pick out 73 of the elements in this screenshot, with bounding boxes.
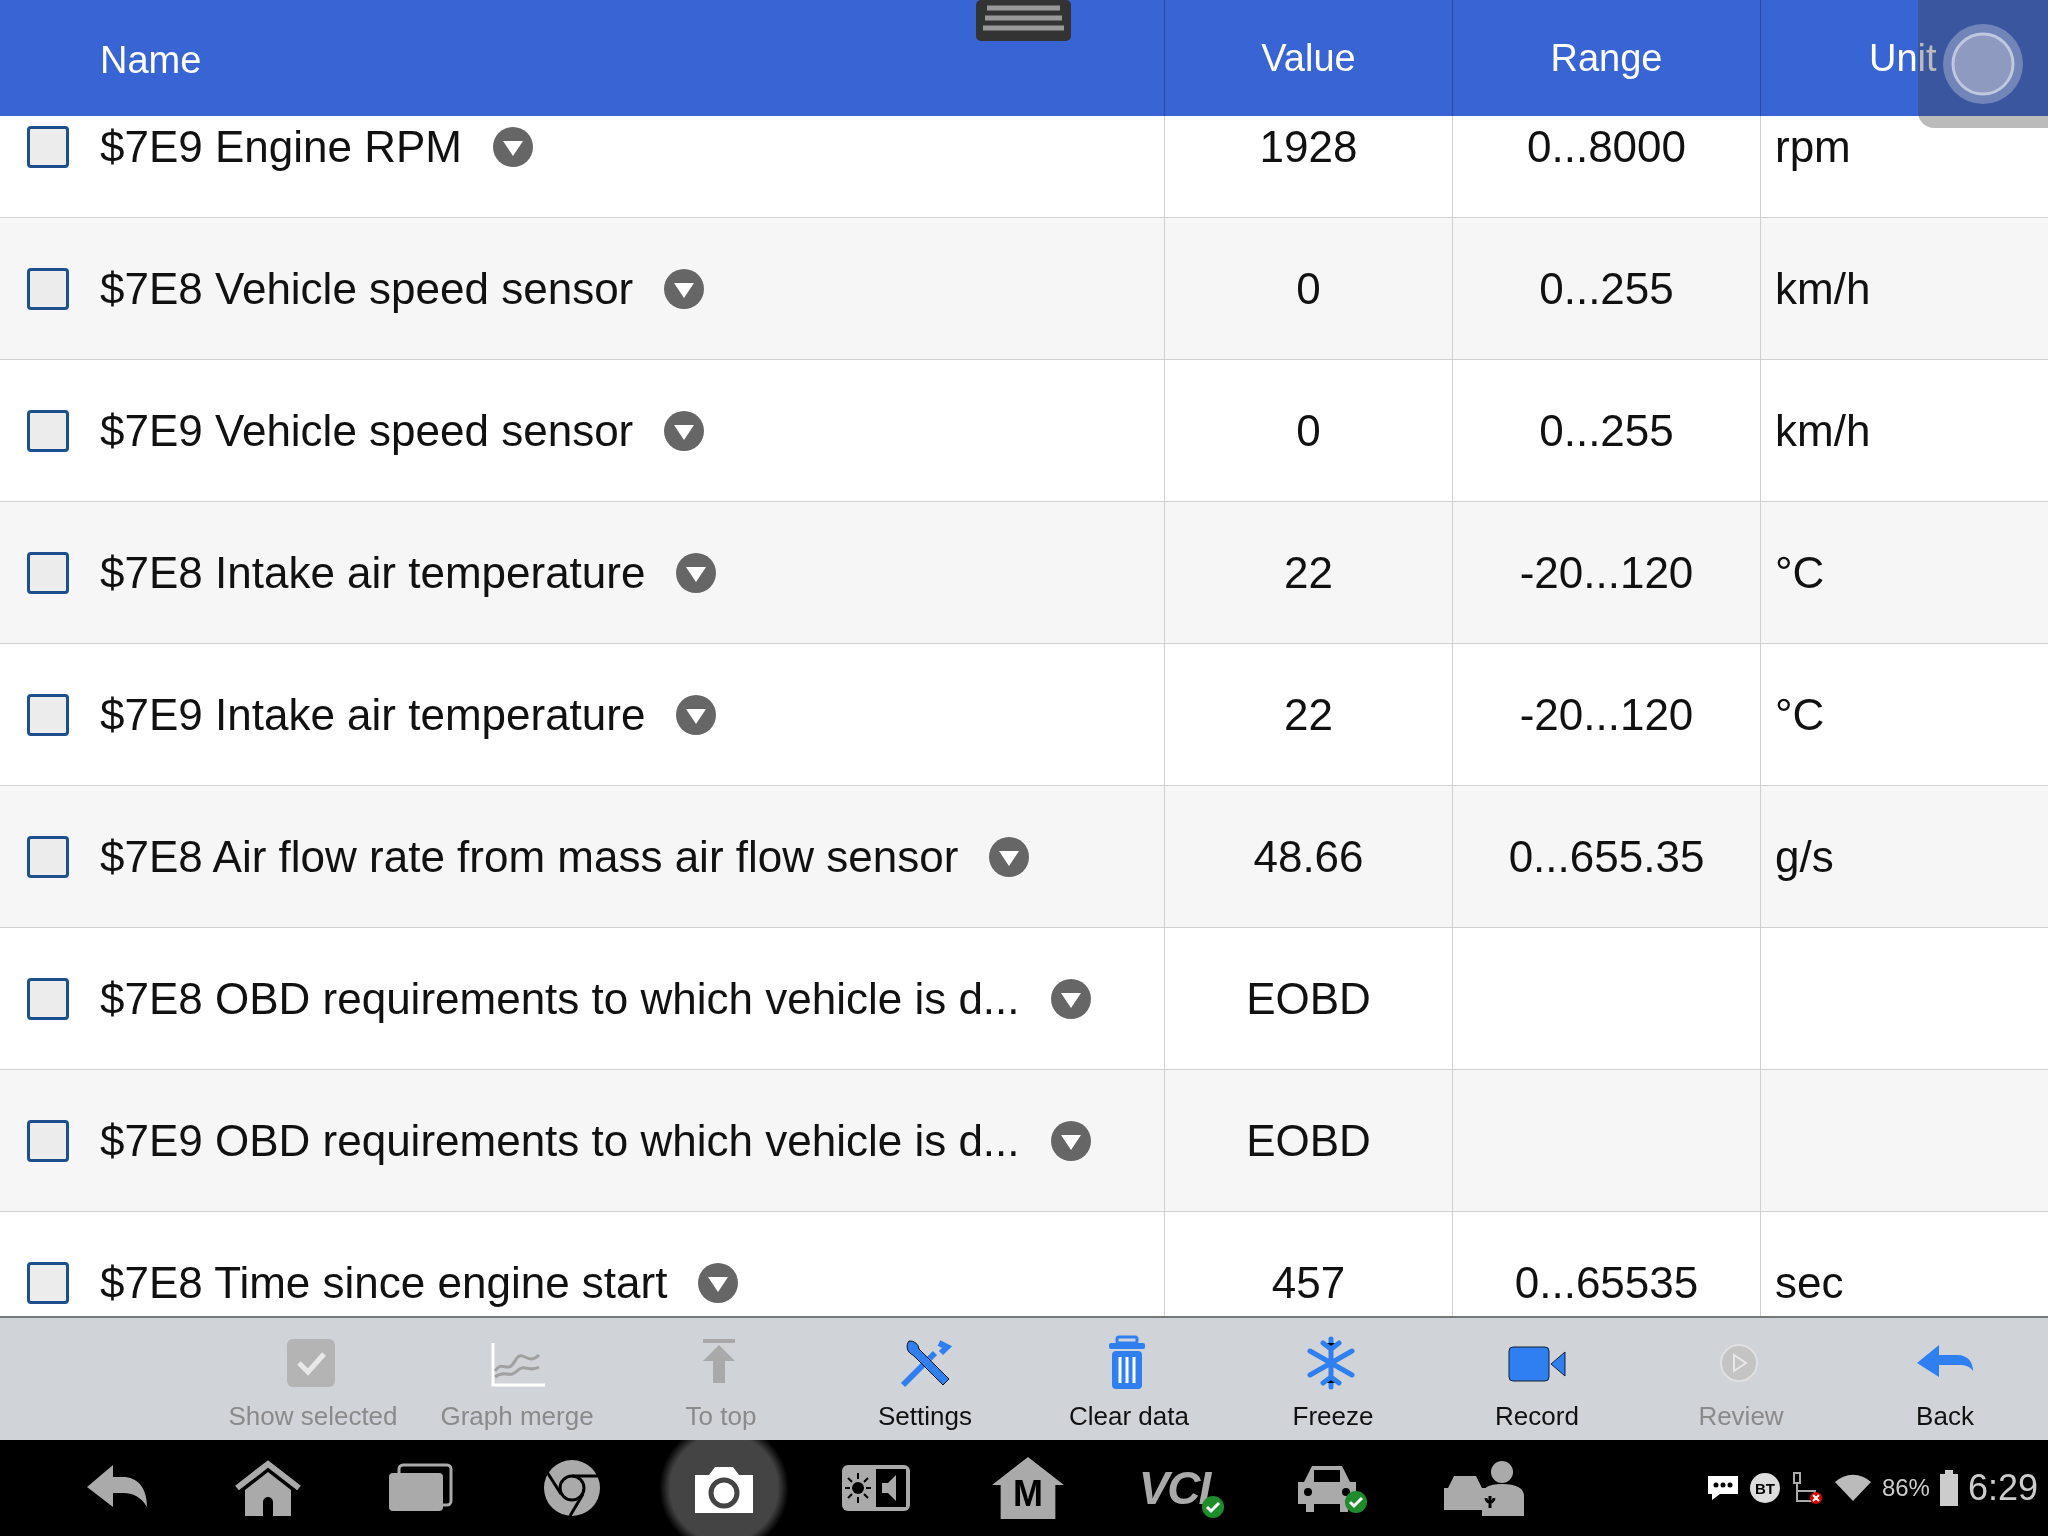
column-header: Value (1261, 36, 1356, 80)
unit-cell: g/s (1775, 831, 1834, 882)
parameter-name: $7E9 OBD requirements to which vehicle is d... (100, 1115, 1020, 1166)
toolbar-button[interactable]: Settings (823, 1318, 1027, 1440)
dropdown-icon[interactable] (697, 1261, 740, 1304)
column-header: Range (1550, 36, 1663, 80)
column-header: Unit (1869, 36, 1937, 80)
unit-cell: sec (1775, 1257, 1844, 1308)
parameter-name: $7E8 Air flow rate from mass air flow sensor (100, 831, 959, 882)
unit-cell: km/h (1775, 263, 1871, 314)
value-cell: 0 (1296, 405, 1321, 456)
dropdown-icon[interactable] (663, 409, 706, 452)
range-cell: 0...255 (1539, 263, 1674, 314)
unit-cell: °C (1775, 689, 1825, 740)
parameter-name: $7E8 Intake air temperature (100, 547, 646, 598)
checkbox[interactable] (27, 125, 69, 168)
dropdown-icon[interactable] (663, 267, 706, 310)
parameter-name: $7E9 Engine RPM (100, 121, 462, 172)
value-cell: 48.66 (1253, 831, 1364, 882)
toolbar-button[interactable]: Record (1435, 1318, 1639, 1440)
battery-percent: 86% (1881, 1474, 1930, 1502)
checkbox[interactable] (27, 1261, 69, 1304)
toolbar-button[interactable]: Clear data (1027, 1318, 1231, 1440)
home-icon[interactable] (233, 1460, 303, 1516)
unit-cell: °C (1775, 547, 1825, 598)
dropdown-icon[interactable] (1049, 1119, 1092, 1162)
toolbar-button[interactable]: Freeze (1231, 1318, 1435, 1440)
dropdown-icon[interactable] (988, 835, 1031, 878)
car-mechanic-icon[interactable] (1442, 1460, 1526, 1516)
parameter-name: $7E8 OBD requirements to which vehicle is d... (100, 973, 1020, 1024)
recents-icon[interactable] (387, 1463, 453, 1513)
chat-icon (1705, 1474, 1740, 1502)
checkbox[interactable] (27, 267, 69, 310)
toolbar-button[interactable]: Back (1843, 1318, 2047, 1440)
circle-icon (1941, 22, 2025, 106)
range-cell: -20...120 (1519, 547, 1694, 598)
checkbox[interactable] (27, 1119, 69, 1162)
dropdown-icon[interactable] (492, 125, 534, 168)
value-cell: 457 (1271, 1257, 1346, 1308)
range-cell: 0...8000 (1527, 121, 1686, 172)
range-cell: 0...255 (1539, 405, 1674, 456)
dropdown-icon[interactable] (675, 551, 718, 594)
range-cell: 0...655.35 (1508, 831, 1705, 882)
battery-icon (1939, 1470, 1958, 1506)
clock: 6:29 (1967, 1467, 2038, 1509)
checkbox[interactable] (27, 693, 69, 736)
value-cell: 22 (1284, 547, 1333, 598)
unit-cell: km/h (1775, 405, 1871, 456)
browser-icon[interactable] (542, 1458, 602, 1518)
parameter-name: $7E9 Vehicle speed sensor (100, 405, 634, 456)
checkbox[interactable] (27, 977, 69, 1020)
range-cell: 0...65535 (1514, 1257, 1699, 1308)
wifi-icon (1833, 1473, 1872, 1503)
column-header: Name (100, 38, 202, 82)
house-m-icon[interactable]: M (992, 1457, 1064, 1519)
value-cell: EOBD (1246, 973, 1371, 1024)
value-cell: 22 (1284, 689, 1333, 740)
brightness-volume-icon[interactable] (840, 1463, 912, 1513)
dropdown-icon[interactable] (675, 693, 718, 736)
value-cell: 1928 (1259, 121, 1358, 172)
parameter-name: $7E9 Intake air temperature (100, 689, 646, 740)
range-cell: -20...120 (1519, 689, 1694, 740)
unit-cell: rpm (1775, 121, 1851, 172)
parameter-name: $7E8 Time since engine start (100, 1257, 668, 1308)
drag-handle-icon[interactable] (975, 0, 1072, 42)
value-cell: EOBD (1246, 1115, 1371, 1166)
checkbox[interactable] (27, 835, 69, 878)
checkbox[interactable] (27, 551, 69, 594)
bluetooth-badge: BT (1749, 1473, 1780, 1503)
value-cell: 0 (1296, 263, 1321, 314)
dropdown-icon[interactable] (1049, 977, 1092, 1020)
parameter-name: $7E8 Vehicle speed sensor (100, 263, 634, 314)
checkbox[interactable] (27, 409, 69, 452)
